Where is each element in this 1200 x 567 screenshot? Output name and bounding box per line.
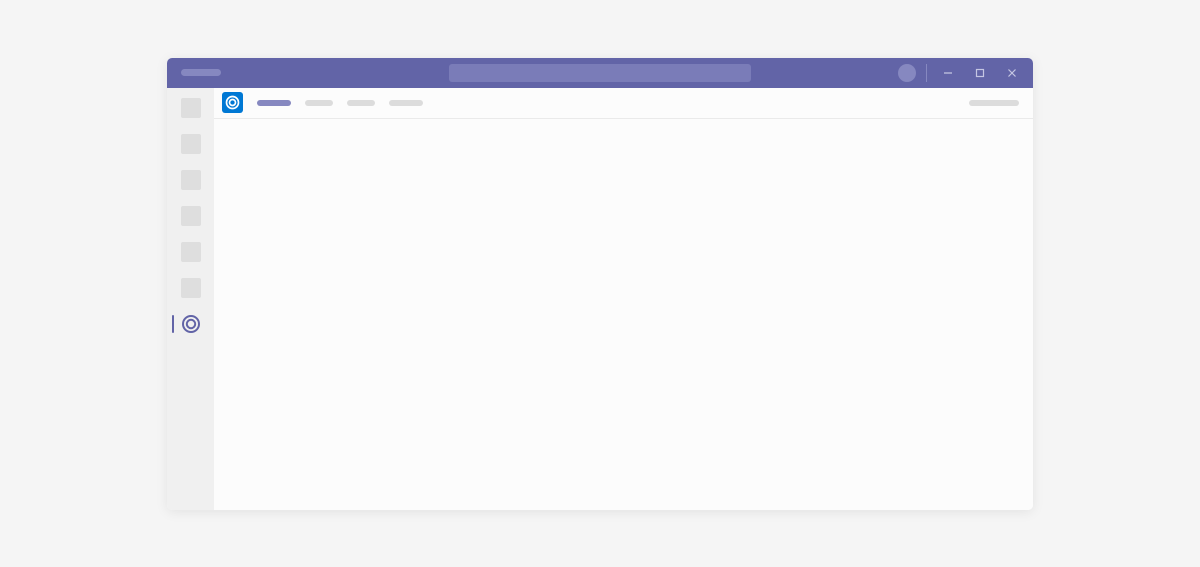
maximize-icon — [975, 68, 985, 78]
sidebar-item[interactable] — [181, 98, 201, 118]
app-window — [167, 58, 1033, 510]
tab-item[interactable] — [389, 100, 423, 106]
user-avatar[interactable] — [898, 64, 916, 82]
content-area — [214, 119, 1033, 510]
tab-item[interactable] — [257, 100, 291, 106]
tab-item[interactable] — [305, 100, 333, 106]
titlebar-right — [898, 62, 1023, 84]
sidebar — [167, 88, 214, 510]
window-body — [167, 88, 1033, 510]
close-icon — [1007, 68, 1017, 78]
sidebar-item-app[interactable] — [167, 314, 214, 334]
main-pane — [214, 88, 1033, 510]
sidebar-item[interactable] — [181, 170, 201, 190]
close-button[interactable] — [1001, 62, 1023, 84]
titlebar-left-placeholder — [181, 69, 221, 76]
sidebar-item[interactable] — [181, 278, 201, 298]
titlebar-divider — [926, 64, 927, 82]
tab-item[interactable] — [347, 100, 375, 106]
maximize-button[interactable] — [969, 62, 991, 84]
minimize-button[interactable] — [937, 62, 959, 84]
minimize-icon — [943, 68, 953, 78]
sidebar-item[interactable] — [181, 134, 201, 154]
nested-circle-icon — [181, 314, 201, 334]
sidebar-item[interactable] — [181, 206, 201, 226]
tabbar-right-placeholder[interactable] — [969, 100, 1019, 106]
tab-app-icon[interactable] — [222, 92, 243, 113]
titlebar — [167, 58, 1033, 88]
tabbar — [214, 88, 1033, 119]
sidebar-item[interactable] — [181, 242, 201, 262]
search-box[interactable] — [449, 64, 751, 82]
nested-circle-icon — [225, 95, 240, 110]
